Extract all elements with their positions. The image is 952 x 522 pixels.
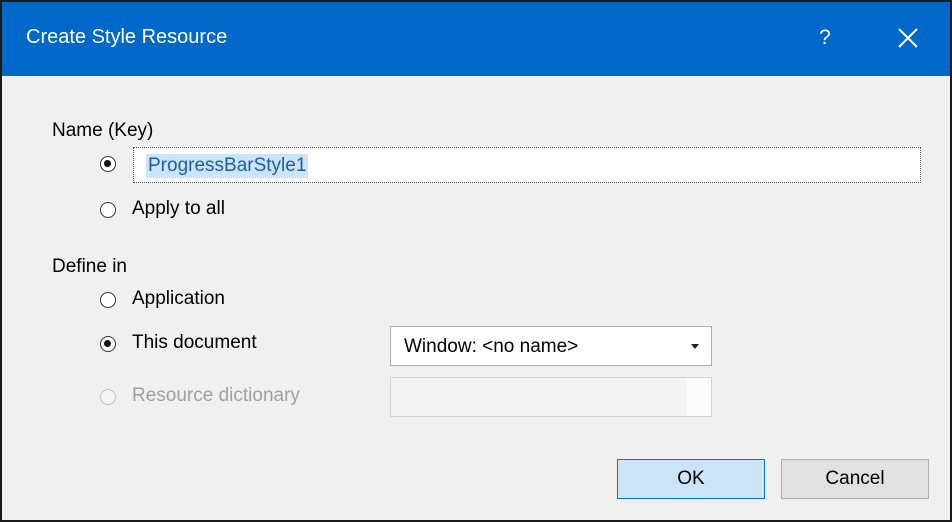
resource-dictionary-dropdown bbox=[390, 377, 712, 417]
apply-to-all-label[interactable]: Apply to all bbox=[132, 198, 225, 220]
name-key-heading: Name (Key) bbox=[52, 120, 154, 141]
radio-resource-dictionary bbox=[100, 389, 116, 405]
chevron-down-icon bbox=[691, 344, 699, 349]
close-icon bbox=[898, 28, 918, 48]
dialog-title: Create Style Resource bbox=[26, 26, 228, 48]
resource-dictionary-dropdown-button bbox=[687, 378, 711, 416]
document-target-dropdown[interactable]: Window: <no name> bbox=[390, 326, 712, 366]
name-key-input[interactable]: ProgressBarStyle1 bbox=[133, 147, 921, 183]
help-button[interactable]: ? bbox=[810, 18, 840, 58]
radio-name-key[interactable] bbox=[100, 156, 116, 172]
title-bar: Create Style Resource ? bbox=[2, 2, 950, 76]
application-label[interactable]: Application bbox=[132, 288, 225, 310]
radio-this-document[interactable] bbox=[100, 336, 116, 352]
define-in-heading: Define in bbox=[52, 256, 127, 277]
ok-button[interactable]: OK bbox=[617, 459, 765, 499]
name-key-value: ProgressBarStyle1 bbox=[146, 154, 309, 178]
close-button[interactable] bbox=[888, 18, 928, 58]
cancel-button[interactable]: Cancel bbox=[781, 459, 929, 499]
radio-application[interactable] bbox=[100, 292, 116, 308]
this-document-label[interactable]: This document bbox=[132, 332, 257, 354]
create-style-resource-dialog: Create Style Resource ? Name (Key) Progr… bbox=[0, 0, 952, 522]
resource-dictionary-label: Resource dictionary bbox=[132, 385, 300, 406]
radio-apply-to-all[interactable] bbox=[100, 202, 116, 218]
document-target-value: Window: <no name> bbox=[404, 336, 579, 357]
